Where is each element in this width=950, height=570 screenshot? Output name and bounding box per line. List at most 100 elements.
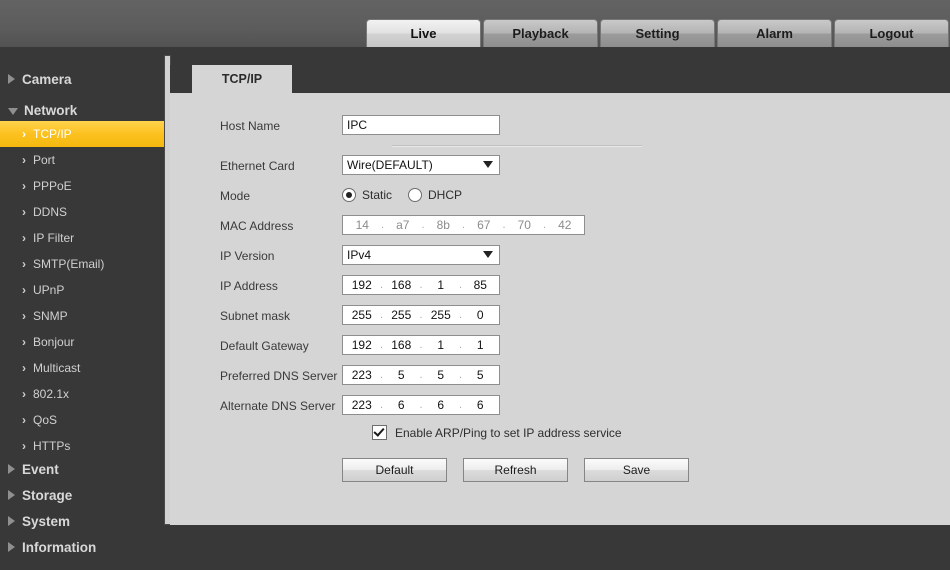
chevron-right-icon: › [22, 413, 26, 427]
ip-version-select[interactable]: IPv4 [342, 245, 500, 265]
chevron-down-icon [483, 161, 493, 168]
ethernet-card-value: Wire(DEFAULT) [347, 158, 433, 172]
sidebar-item-label: SNMP [33, 309, 68, 323]
chevron-right-icon: › [22, 283, 26, 297]
ip-octet-3[interactable]: 1 [424, 278, 458, 292]
gateway-octet-4[interactable]: 1 [464, 338, 498, 352]
alt-dns-octet-2[interactable]: 6 [385, 398, 419, 412]
pref-dns-octet-1[interactable]: 223 [345, 368, 379, 382]
sidebar-group-label: Storage [22, 487, 73, 503]
pref-dns-octet-2[interactable]: 5 [385, 368, 419, 382]
triangle-right-icon [8, 542, 15, 552]
nav-tab-setting[interactable]: Setting [600, 19, 715, 47]
sidebar-item-ddns[interactable]: › DDNS [0, 199, 186, 225]
chevron-right-icon: › [22, 179, 26, 193]
pref-dns-octet-3[interactable]: 5 [424, 368, 458, 382]
mac-octet-4: 67 [477, 218, 491, 232]
nav-tab-live[interactable]: Live [366, 19, 481, 47]
alternate-dns-label: Alternate DNS Server [220, 399, 336, 413]
sidebar-item-multicast[interactable]: › Multicast [0, 355, 186, 381]
sidebar-item-label: QoS [33, 413, 58, 427]
sidebar-group-camera[interactable]: Camera [0, 64, 172, 94]
sidebar-group-label: System [22, 513, 71, 529]
arp-ping-label[interactable]: Enable ARP/Ping to set IP address servic… [395, 426, 622, 440]
preferred-dns-field[interactable]: 223 . 5 . 5 . 5 [342, 365, 500, 385]
form-action-buttons: Default Refresh Save [342, 458, 689, 482]
radio-static-label[interactable]: Static [362, 188, 392, 202]
sidebar-item-label: HTTPs [33, 439, 71, 453]
sidebar-group-label: Information [22, 539, 97, 555]
host-name-input[interactable] [342, 115, 500, 135]
save-button[interactable]: Save [584, 458, 689, 482]
radio-dhcp-label[interactable]: DHCP [428, 188, 462, 202]
chevron-right-icon: › [22, 127, 26, 141]
chevron-right-icon: › [22, 153, 26, 167]
sidebar-item-bonjour[interactable]: › Bonjour [0, 329, 186, 355]
ip-version-value: IPv4 [347, 248, 372, 262]
nav-tab-playback[interactable]: Playback [483, 19, 598, 47]
alt-dns-octet-1[interactable]: 223 [345, 398, 379, 412]
arp-ping-checkbox[interactable] [372, 425, 387, 440]
pref-dns-octet-4[interactable]: 5 [464, 368, 498, 382]
main-nav-tabs: Live Playback Setting Alarm Logout [366, 19, 949, 47]
sidebar-navigation: Camera Network › TCP/IP › Port › PPPoE ›… [0, 55, 171, 555]
sidebar-group-label: Network [24, 102, 78, 118]
default-button[interactable]: Default [342, 458, 447, 482]
ethernet-card-select[interactable]: Wire(DEFAULT) [342, 155, 500, 175]
triangle-right-icon [8, 464, 15, 474]
default-gateway-field[interactable]: 192 . 168 . 1 . 1 [342, 335, 500, 355]
panel-tabstrip: TCP/IP [170, 65, 950, 93]
sidebar-item-label: Port [33, 153, 56, 167]
mac-octet-5: 70 [517, 218, 531, 232]
mode-radio-group: Static DHCP [342, 185, 472, 205]
ethernet-card-label: Ethernet Card [220, 159, 295, 173]
subnet-octet-3[interactable]: 255 [424, 308, 458, 322]
mac-octet-1: 14 [355, 218, 369, 232]
gateway-octet-3[interactable]: 1 [424, 338, 458, 352]
sidebar-item-pppoe[interactable]: › PPPoE [0, 173, 186, 199]
sidebar-item-smtp-email[interactable]: › SMTP(Email) [0, 251, 186, 277]
chevron-right-icon: › [22, 231, 26, 245]
triangle-right-icon [8, 516, 15, 526]
chevron-down-icon [483, 251, 493, 258]
subnet-octet-2[interactable]: 255 [385, 308, 419, 322]
nav-tab-alarm[interactable]: Alarm [717, 19, 832, 47]
sidebar-item-label: PPPoE [33, 179, 72, 193]
sidebar-item-port[interactable]: › Port [0, 147, 186, 173]
nav-tab-logout[interactable]: Logout [834, 19, 949, 47]
sidebar-item-802-1x[interactable]: › 802.1x [0, 381, 186, 407]
tabstrip-left-gap [170, 65, 192, 93]
sidebar-item-upnp[interactable]: › UPnP [0, 277, 186, 303]
gateway-octet-1[interactable]: 192 [345, 338, 379, 352]
sidebar-item-snmp[interactable]: › SNMP [0, 303, 186, 329]
radio-static[interactable] [342, 188, 356, 202]
content-panel [170, 65, 950, 525]
triangle-right-icon [8, 490, 15, 500]
preferred-dns-label: Preferred DNS Server [220, 369, 338, 383]
subnet-octet-4[interactable]: 0 [464, 308, 498, 322]
sidebar-item-qos[interactable]: › QoS [0, 407, 186, 433]
sidebar-group-information[interactable]: Information [0, 532, 172, 562]
ip-octet-1[interactable]: 192 [345, 278, 379, 292]
alternate-dns-field[interactable]: 223 . 6 . 6 . 6 [342, 395, 500, 415]
sidebar-item-label: Bonjour [33, 335, 75, 349]
refresh-button[interactable]: Refresh [463, 458, 568, 482]
subnet-mask-field[interactable]: 255 . 255 . 255 . 0 [342, 305, 500, 325]
ip-address-field[interactable]: 192 . 168 . 1 . 85 [342, 275, 500, 295]
sidebar-item-tcpip[interactable]: › TCP/IP [0, 121, 169, 147]
subnet-octet-1[interactable]: 255 [345, 308, 379, 322]
ip-octet-4[interactable]: 85 [464, 278, 498, 292]
form-divider [392, 145, 642, 147]
sidebar-item-label: DDNS [33, 205, 68, 219]
sidebar-item-ip-filter[interactable]: › IP Filter [0, 225, 186, 251]
alt-dns-octet-3[interactable]: 6 [424, 398, 458, 412]
sidebar-item-label: TCP/IP [33, 127, 72, 141]
chevron-right-icon: › [22, 439, 26, 453]
gateway-octet-2[interactable]: 168 [385, 338, 419, 352]
chevron-right-icon: › [22, 335, 26, 349]
mac-address-label: MAC Address [220, 219, 294, 233]
radio-dhcp[interactable] [408, 188, 423, 202]
alt-dns-octet-4[interactable]: 6 [464, 398, 498, 412]
ip-octet-2[interactable]: 168 [385, 278, 419, 292]
tab-tcpip[interactable]: TCP/IP [192, 65, 292, 93]
